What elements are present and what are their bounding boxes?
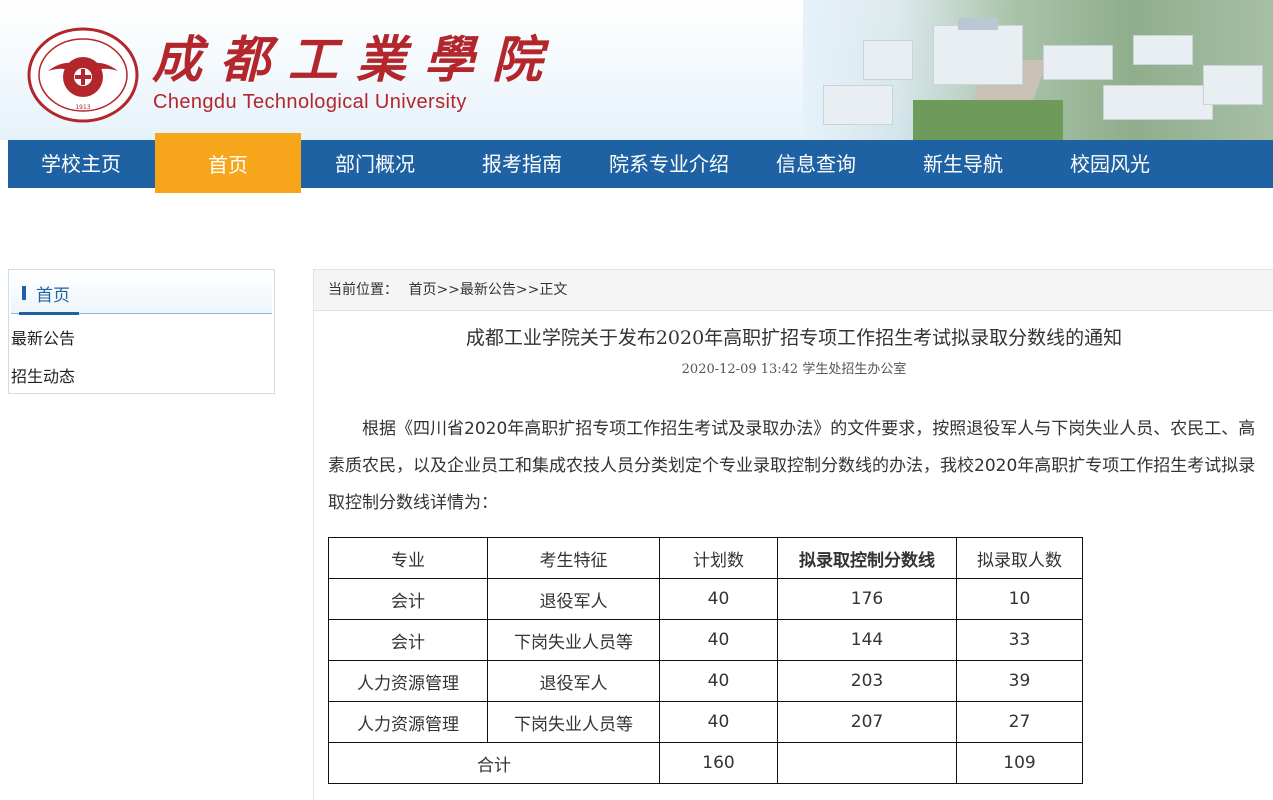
nav-item-school-home[interactable]: 学校主页 xyxy=(8,140,154,188)
sidebar-title-marker xyxy=(22,286,26,300)
table-cell: 40 xyxy=(659,701,778,743)
table-total-label: 合计 xyxy=(328,742,660,784)
site-header: 1913 成都工業學院 Chengdu Technological Univer… xyxy=(0,0,1273,140)
sidebar-title-underline xyxy=(19,312,79,315)
sidebar-header: 首页 xyxy=(11,270,272,315)
table-total-count: 109 xyxy=(956,742,1083,784)
table-row: 会计 下岗失业人员等 40 144 33 xyxy=(328,619,1083,661)
article-title: 成都工业学院关于发布2020年高职扩招专项工作招生考试拟录取分数线的通知 xyxy=(465,327,1123,349)
table-cell: 33 xyxy=(956,619,1083,661)
article-meta: 2020-12-09 13:42 学生处招生办公室 xyxy=(681,362,907,377)
table-row: 会计 退役军人 40 176 10 xyxy=(328,578,1083,620)
table-cell: 40 xyxy=(659,578,778,620)
table-cell: 39 xyxy=(956,660,1083,702)
table-cell: 10 xyxy=(956,578,1083,620)
article-body: 根据《四川省2020年高职扩招专项工作招生考试及录取办法》的文件要求，按照退役军… xyxy=(328,419,1256,513)
nav-item-campus-scenery[interactable]: 校园风光 xyxy=(1037,140,1183,188)
sidebar-item-admission-news[interactable]: 招生动态 xyxy=(11,363,75,387)
breadcrumb: 当前位置： 首页>>最新公告>>正文 xyxy=(314,270,1273,311)
sidebar-item-latest-notices[interactable]: 最新公告 xyxy=(11,325,75,349)
breadcrumb-path[interactable]: 首页>>最新公告>>正文 xyxy=(408,282,567,298)
breadcrumb-prefix: 当前位置： xyxy=(328,282,398,298)
sidebar: 首页 最新公告 招生动态 xyxy=(8,269,275,394)
table-cell: 下岗失业人员等 xyxy=(487,701,660,743)
table-cell: 40 xyxy=(659,660,778,702)
table-total-row: 合计 160 109 xyxy=(328,742,1083,784)
table-cell: 人力资源管理 xyxy=(328,660,488,702)
table-header-cutoff-score: 拟录取控制分数线 xyxy=(777,537,957,579)
table-header-plan: 计划数 xyxy=(659,537,778,579)
table-cell: 下岗失业人员等 xyxy=(487,619,660,661)
article-panel: 当前位置： 首页>>最新公告>>正文 成都工业学院关于发布2020年高职扩招专项… xyxy=(313,269,1273,800)
svg-text:1913: 1913 xyxy=(75,104,90,111)
table-row: 人力资源管理 下岗失业人员等 40 207 27 xyxy=(328,701,1083,743)
table-header-major: 专业 xyxy=(328,537,488,579)
table-cell: 144 xyxy=(777,619,957,661)
table-header-admit-count: 拟录取人数 xyxy=(956,537,1083,579)
university-seal-logo: 1913 xyxy=(27,27,139,123)
table-header-row: 专业 考生特征 计划数 拟录取控制分数线 拟录取人数 xyxy=(328,537,1083,579)
nav-item-departments[interactable]: 部门概况 xyxy=(302,140,448,188)
table-cell: 会计 xyxy=(328,619,488,661)
nav-item-info-query[interactable]: 信息查询 xyxy=(743,140,889,188)
university-chinese-name: 成都工業學院 xyxy=(152,30,560,89)
table-cell: 人力资源管理 xyxy=(328,701,488,743)
nav-item-home[interactable]: 首页 xyxy=(155,133,301,193)
main-nav: 学校主页 首页 部门概况 报考指南 院系专业介绍 信息查询 新生导航 校园风光 xyxy=(8,133,1273,193)
table-total-score xyxy=(777,742,957,784)
table-cell: 退役军人 xyxy=(487,578,660,620)
nav-item-freshman-guide[interactable]: 新生导航 xyxy=(890,140,1036,188)
table-cell: 40 xyxy=(659,619,778,661)
nav-item-majors[interactable]: 院系专业介绍 xyxy=(596,140,742,188)
sidebar-title: 首页 xyxy=(36,286,70,306)
table-cell: 207 xyxy=(777,701,957,743)
score-table: 专业 考生特征 计划数 拟录取控制分数线 拟录取人数 会计 退役军人 40 17… xyxy=(328,537,1083,784)
table-cell: 27 xyxy=(956,701,1083,743)
nav-item-admission-guide[interactable]: 报考指南 xyxy=(449,140,595,188)
table-header-candidate-type: 考生特征 xyxy=(487,537,660,579)
table-cell: 203 xyxy=(777,660,957,702)
table-cell: 会计 xyxy=(328,578,488,620)
table-cell: 176 xyxy=(777,578,957,620)
table-total-plan: 160 xyxy=(659,742,778,784)
campus-photo xyxy=(803,0,1273,140)
university-english-name: Chengdu Technological University xyxy=(153,91,467,113)
table-row: 人力资源管理 退役军人 40 203 39 xyxy=(328,660,1083,702)
table-cell: 退役军人 xyxy=(487,660,660,702)
